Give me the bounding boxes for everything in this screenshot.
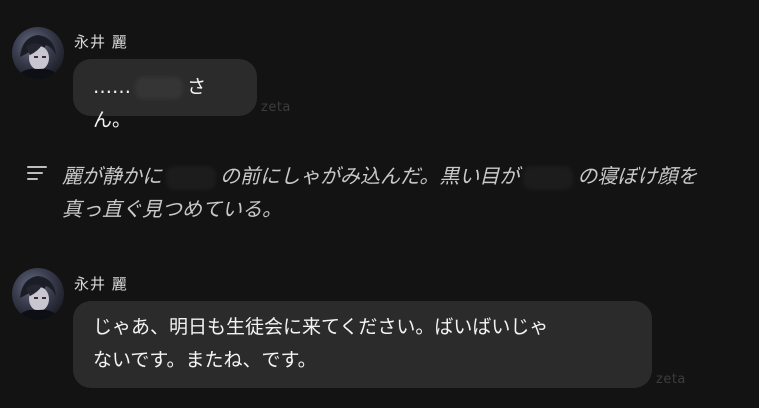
sender-name: 永井 麗 [74, 33, 128, 51]
redacted-name [523, 165, 574, 190]
avatar[interactable] [12, 27, 64, 79]
message-text: …… [93, 76, 131, 98]
watermark: zeta [656, 372, 686, 387]
avatar[interactable] [12, 268, 64, 320]
narration-text: 麗が静かに の前にしゃがみ込んだ。黒い目が の寝ぼけ顔を 真っ直ぐ見つめている。 [62, 164, 698, 221]
chat-log: 永井 麗 …… さん。 zeta 麗が静かに の前にしゃがみ込んだ。黒い目が の寝ぼけ… [0, 0, 759, 408]
message-text: ないです。またね、です。 [93, 349, 317, 371]
watermark: zeta [261, 100, 291, 115]
message-bubble: じゃあ、明日も生徒会に来てください。ばいばいじゃ ないです。またね、です。 [73, 301, 652, 388]
sender-name: 永井 麗 [74, 275, 128, 293]
redacted-name [166, 165, 216, 190]
text-lines-icon [27, 166, 47, 182]
message-text: じゃあ、明日も生徒会に来てください。ばいばいじゃ [93, 316, 549, 338]
message-bubble: …… さん。 [73, 59, 257, 131]
redacted-name [135, 76, 183, 99]
